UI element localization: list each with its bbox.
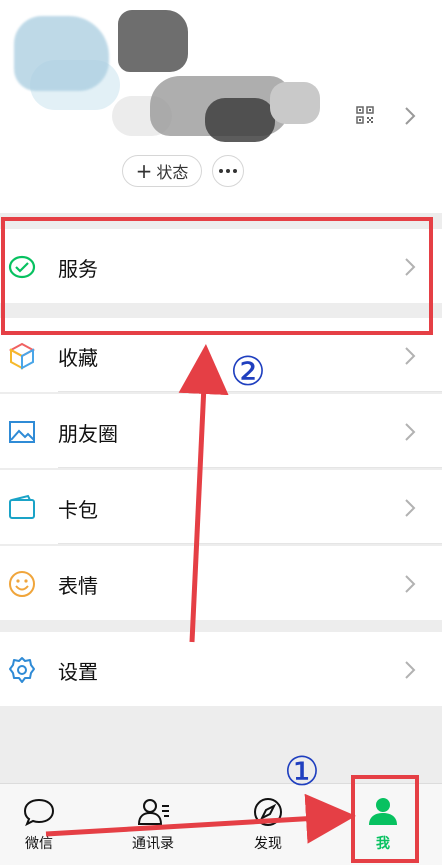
arrow-to-services xyxy=(178,344,229,643)
annotation-arrows xyxy=(45,344,356,844)
arrow-to-me-tab xyxy=(45,793,356,844)
step-2-label: ② xyxy=(230,349,266,395)
step-1-label: ① xyxy=(284,749,320,795)
